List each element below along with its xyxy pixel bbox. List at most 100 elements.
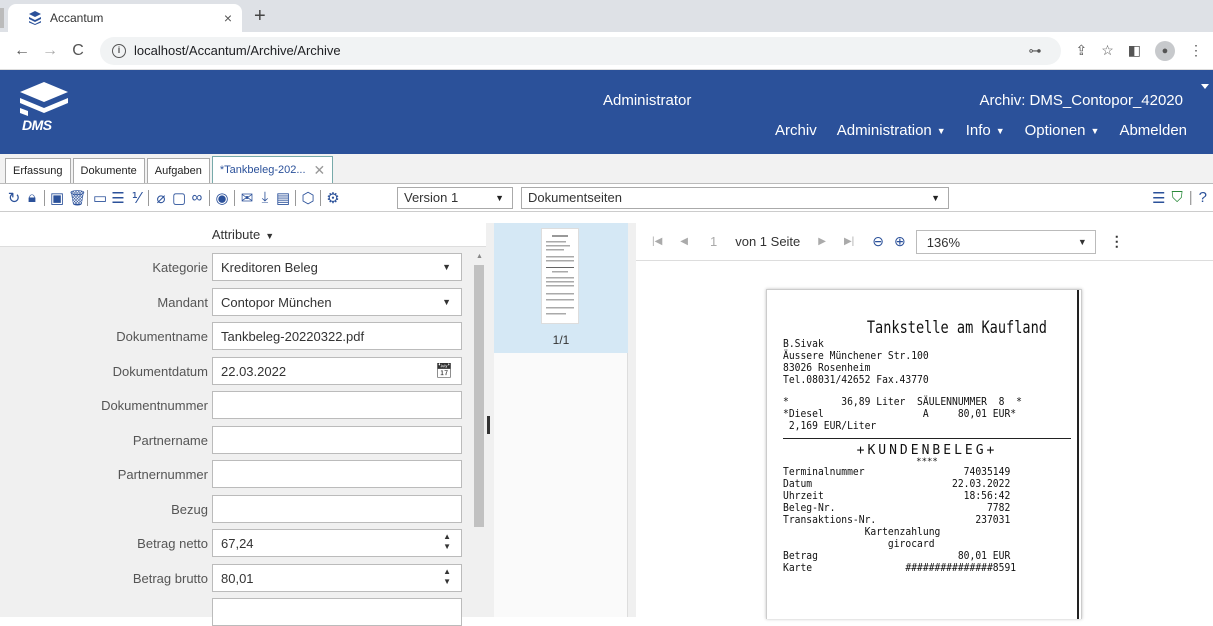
browser-tab[interactable]: Accantum × [8, 4, 242, 32]
prev-page-icon[interactable]: ◀ [680, 236, 688, 247]
tab-tankbeleg[interactable]: *Tankbeleg-202... ✕ [211, 156, 334, 183]
list-check-icon[interactable]: ☰ [111, 189, 125, 207]
profile-avatar-icon[interactable]: ● [1155, 40, 1175, 61]
attribute-value: Kreditoren Beleg [221, 260, 318, 275]
delete-icon[interactable]: 🗑︎ [68, 189, 87, 207]
attribute-input[interactable] [212, 460, 462, 488]
close-tab-icon[interactable]: ✕ [314, 162, 326, 179]
back-arrow-icon[interactable]: ← [10, 42, 34, 60]
attribute-row-betrag-brutto: Betrag brutto 80,01 ▲ ▼ [0, 563, 470, 592]
toolbar-divider [87, 189, 88, 206]
note-icon[interactable]: ▢ [172, 189, 186, 207]
attribute-label: Partnername [132, 432, 208, 448]
view-eye-icon[interactable]: ◉ [215, 189, 229, 207]
zoom-out-icon[interactable]: ⊖ [872, 233, 884, 250]
attribute-input[interactable] [212, 425, 462, 454]
attribute-select[interactable]: Kreditoren Beleg ▼ [212, 253, 462, 281]
share-icon[interactable]: ⇪ [1075, 42, 1087, 59]
receipt-transaction: Terminalnummer 74035149 Datum 22.03.2022 U… [783, 466, 1071, 574]
settings-gear-icon[interactable]: ⚙ [326, 189, 340, 207]
splitter-handle[interactable] [487, 416, 490, 434]
zoom-in-icon[interactable]: ⊕ [894, 233, 906, 250]
panel-splitter[interactable] [486, 223, 494, 617]
scrollbar-thumb[interactable] [474, 265, 484, 527]
email-icon[interactable]: ✉ [240, 189, 254, 207]
chevron-down-icon: ▼ [442, 296, 451, 307]
nav-item-info[interactable]: Info ▼ [966, 122, 1005, 139]
zoom-select[interactable]: 136% ▼ [915, 229, 1096, 254]
toolbar-divider [148, 189, 149, 206]
attribute-input[interactable]: Tankbeleg-20220322.pdf [212, 322, 462, 350]
checklist-icon[interactable]: ☰ [1152, 189, 1165, 207]
split-icon[interactable]: ⅟ [129, 189, 143, 207]
forward-arrow-icon[interactable]: → [38, 42, 62, 60]
pages-select-value: Dokumentseiten [528, 190, 622, 205]
version-select[interactable]: Version 1 ▼ [397, 186, 513, 209]
folder-icon[interactable]: ▭ [93, 189, 107, 207]
document-tabs: Erfassung Dokumente Aufgaben *Tankbeleg-… [0, 154, 1213, 184]
page-thumbnail[interactable] [541, 228, 579, 324]
toolbar-right-icons: ☰ ⛉ | ? [1152, 189, 1213, 207]
attribute-scrollbar[interactable]: ▲ [472, 249, 486, 617]
tab-label: Dokumente [80, 165, 137, 177]
page-number-input[interactable]: 1 [710, 234, 717, 249]
password-key-icon[interactable]: ⊶ [1028, 43, 1049, 59]
attribute-value: Tankbeleg-20220322.pdf [221, 329, 365, 344]
save-icon[interactable]: ▣ [50, 189, 64, 207]
nav-item-optionen[interactable]: Optionen ▼ [1025, 122, 1100, 139]
attribute-row-partnernummer: Partnernummer [0, 460, 470, 488]
site-info-icon[interactable]: i [112, 43, 126, 58]
document-viewer: |◀ ◀ 1 von 1 Seite ▶ ▶| ⊖ ⊕ 136% ▼ ⋮ Tan… [636, 223, 1213, 619]
attribute-input[interactable] [212, 494, 462, 523]
nav-item-administration[interactable]: Administration ▼ [837, 122, 946, 139]
attribute-input[interactable] [212, 391, 462, 419]
dms-logo[interactable]: DMS [18, 80, 80, 140]
tab-aufgaben[interactable]: Aufgaben [146, 158, 210, 183]
side-panel-icon[interactable]: ◧ [1128, 42, 1141, 59]
attachment-icon[interactable]: ⌀ [154, 189, 168, 207]
download-icon[interactable]: ⤓ [258, 189, 272, 206]
toolbar-divider [44, 189, 45, 206]
scan-edge [1077, 290, 1079, 619]
next-page-icon[interactable]: ▶ [818, 236, 826, 247]
refresh-icon[interactable]: ↻ [7, 189, 21, 207]
attribute-select[interactable]: Contopor München ▼ [212, 287, 462, 316]
document-pages-select[interactable]: Dokumentseiten ▼ [521, 186, 949, 209]
link-icon[interactable]: ∞ [190, 189, 204, 206]
chevron-down-icon: ▼ [442, 262, 451, 272]
toolbar-divider [295, 189, 296, 206]
browser-menu-icon[interactable]: ⋮ [1189, 42, 1203, 59]
spinner-icon[interactable]: ▲ ▼ [443, 532, 451, 552]
lock-icon[interactable]: 🔒︎ [25, 189, 39, 206]
cube-icon[interactable]: ⬡ [301, 189, 315, 207]
export-icon[interactable]: ▤ [276, 189, 290, 207]
tab-dokumente[interactable]: Dokumente [72, 158, 145, 183]
spinner-icon[interactable]: ▲ ▼ [443, 567, 451, 587]
first-page-icon[interactable]: |◀ [652, 236, 662, 247]
help-icon[interactable]: ? [1199, 189, 1207, 207]
viewer-menu-icon[interactable]: ⋮ [1110, 233, 1124, 250]
calendar-icon[interactable]: 📅︎ [435, 362, 453, 379]
header-caret-icon[interactable] [1201, 84, 1209, 89]
tab-erfassung[interactable]: Erfassung [5, 158, 71, 183]
bookmark-star-icon[interactable]: ☆ [1101, 42, 1114, 59]
reload-icon[interactable]: C [66, 42, 90, 60]
receipt-line: Karte ###############8591 [783, 561, 1017, 574]
new-tab-button[interactable]: + [254, 5, 266, 28]
nav-item-archiv[interactable]: Archiv [775, 122, 817, 139]
attribute-input[interactable]: 22.03.2022 📅︎ [212, 356, 462, 385]
attribute-input[interactable] [212, 598, 462, 626]
attribute-input[interactable]: 67,24 ▲ ▼ [212, 529, 462, 557]
shield-icon[interactable]: ⛉ [1171, 189, 1182, 207]
viewer-splitter[interactable] [628, 223, 636, 617]
last-page-icon[interactable]: ▶| [844, 236, 854, 247]
work-area: Attribute ▼ Kategorie Kreditoren Beleg ▼ Man… [0, 223, 1213, 626]
accantum-favicon-icon [29, 11, 41, 25]
close-tab-icon[interactable]: × [224, 10, 232, 26]
nav-item-abmelden[interactable]: Abmelden [1119, 122, 1187, 139]
attribute-panel-header[interactable]: Attribute ▼ [0, 223, 486, 247]
nav-item-label: Abmelden [1119, 122, 1187, 139]
attribute-input[interactable]: 80,01 ▲ ▼ [212, 563, 462, 592]
url-omnibox[interactable]: i localhost/Accantum/Archive/Archive ⊶ [100, 36, 1062, 65]
scroll-up-icon[interactable]: ▲ [476, 253, 483, 260]
